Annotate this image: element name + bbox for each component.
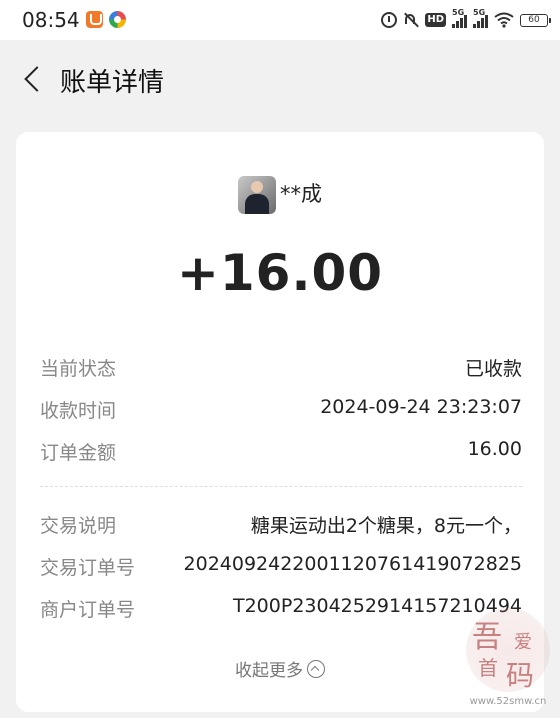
- detail-row-status: 当前状态 已收款: [40, 354, 522, 384]
- detail-value: 已收款: [464, 358, 522, 380]
- detail-row-transaction-no: 交易订单号 20240924220011207614190728​25: [40, 553, 522, 583]
- detail-label: 当前状态: [40, 358, 117, 380]
- battery-icon: 60: [520, 13, 551, 27]
- detail-label: 商户订单号: [40, 599, 136, 621]
- back-arrow-icon[interactable]: [22, 68, 46, 92]
- watermark-logo: 吾 爱 首 码 www.52smw.cn: [462, 608, 554, 712]
- divider: [40, 486, 522, 487]
- detail-value: 糖果运动出2个糖果，8元一个，: [250, 515, 522, 537]
- wifi-icon: [494, 12, 514, 28]
- alarm-icon: [381, 12, 398, 28]
- detail-row-time: 收款时间 2024-09-24 23:23:07: [40, 396, 522, 426]
- bill-amount: +16.00: [176, 244, 384, 302]
- detail-value: 2024-09-24 23:23:07: [320, 396, 522, 418]
- detail-value[interactable]: 20240924220011207614190728​25: [184, 553, 522, 575]
- watermark-url: www.52smw.cn: [469, 696, 547, 707]
- avatar[interactable]: [238, 176, 276, 214]
- detail-label: 收款时间: [40, 400, 117, 422]
- signal-icon: 5G: [473, 8, 488, 28]
- status-icons: HD 5G 5G 60: [381, 8, 551, 31]
- chevron-up-icon: [307, 660, 325, 678]
- page-title: 账单详情: [60, 68, 165, 98]
- payer-name: **成: [280, 182, 322, 206]
- detail-row-amount: 订单金额 16.00: [40, 438, 522, 468]
- detail-row-description: 交易说明 糖果运动出2个糖果，8元一个，: [40, 511, 522, 541]
- app-orange-icon: [86, 11, 103, 28]
- detail-row-merchant-no: 商户订单号 T200P230425291415721049​4: [40, 595, 522, 625]
- status-time: 08:54: [22, 8, 80, 32]
- collapse-more-label: 收起更多: [235, 661, 303, 681]
- hd-icon: HD: [425, 13, 446, 27]
- detail-label: 交易说明: [40, 515, 117, 537]
- nav-bar: 账单详情: [0, 40, 560, 120]
- status-bar: 08:54 HD 5G 5G 60: [0, 0, 560, 40]
- mute-icon: [403, 12, 419, 28]
- app-multicolor-icon: [109, 11, 126, 28]
- signal-icon: 5G: [452, 8, 467, 28]
- detail-label: 交易订单号: [40, 557, 136, 579]
- detail-value: 16.00: [467, 438, 522, 460]
- detail-label: 订单金额: [40, 442, 117, 464]
